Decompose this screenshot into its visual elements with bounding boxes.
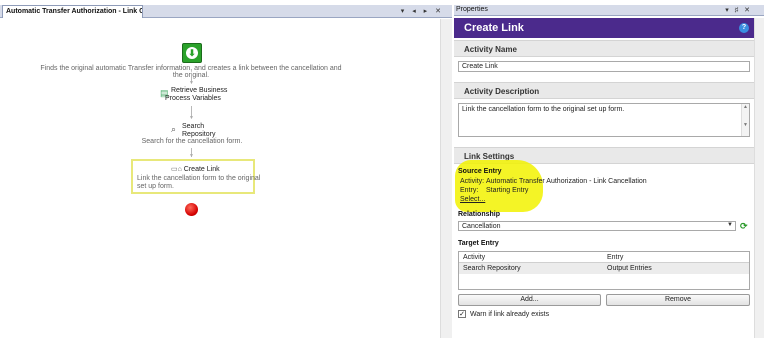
table-row[interactable]: Search Repository Output Entries xyxy=(459,263,749,274)
activity-description-section[interactable]: Activity Description xyxy=(454,82,754,99)
source-activity-key: Activity: xyxy=(460,178,485,185)
end-node-icon[interactable] xyxy=(185,203,198,216)
source-entry-label: Source Entry xyxy=(458,168,502,175)
create-link-icon: ▭⌂ xyxy=(171,166,184,173)
designer-vertical-scrollbar[interactable] xyxy=(440,19,452,338)
retrieve-variables-label-1[interactable]: Retrieve Business xyxy=(171,87,227,95)
properties-title: Properties xyxy=(456,6,488,13)
description-scrollbar[interactable]: ▲ ▼ xyxy=(741,104,749,136)
add-button[interactable]: Add... xyxy=(458,294,601,306)
tab-controls[interactable]: ▾ ◂ ▸ ✕ xyxy=(401,7,444,15)
row-entry-cell: Output Entries xyxy=(607,265,652,272)
start-node-icon[interactable]: ⬇ xyxy=(182,43,202,63)
relationship-label: Relationship xyxy=(458,211,501,218)
create-link-activity[interactable]: ▭⌂ Create Link Link the cancellation for… xyxy=(131,159,260,194)
search-repository-description: Search for the cancellation form. xyxy=(141,138,243,145)
activity-description-field[interactable]: Link the cancellation form to the origin… xyxy=(458,103,750,137)
properties-panel-controls[interactable]: ▾ ♯ ✕ xyxy=(725,6,752,14)
start-arrow-icon: ⬇ xyxy=(186,47,198,59)
source-entry-value: Starting Entry xyxy=(486,187,529,194)
help-icon[interactable]: ? xyxy=(739,23,749,33)
select-source-link[interactable]: Select... xyxy=(460,196,485,203)
source-activity-value: Automatic Transfer Authorization - Link … xyxy=(486,178,647,185)
activity-description-text: Link the cancellation form to the origin… xyxy=(462,106,625,113)
create-link-description-1: Link the cancellation form to the origin… xyxy=(137,175,261,182)
activity-title: Create Link xyxy=(464,22,524,34)
column-header-activity[interactable]: Activity xyxy=(463,254,485,261)
create-link-label-wrap: ▭⌂ Create Link xyxy=(171,166,220,174)
workflow-designer-pane: Automatic Transfer Authorization - Link … xyxy=(0,0,452,338)
warn-checkbox-label[interactable]: Warn if link already exists xyxy=(470,311,549,318)
properties-title-bar: Properties ▾ ♯ ✕ xyxy=(454,5,764,16)
activity-name-section[interactable]: Activity Name xyxy=(454,40,754,57)
warn-checkbox[interactable]: ✓ xyxy=(458,310,466,318)
create-link-label: Create Link xyxy=(183,166,220,173)
source-entry-key: Entry: xyxy=(460,187,479,194)
relationship-dropdown[interactable]: Cancellation ▼ xyxy=(458,221,736,231)
search-icon[interactable]: ⌕ xyxy=(171,124,181,134)
refresh-icon[interactable]: ⟳ xyxy=(740,221,748,231)
document-tab[interactable]: Automatic Transfer Authorization - Link … xyxy=(2,5,143,18)
search-repository-label-1[interactable]: Search xyxy=(182,123,204,131)
chevron-down-icon: ▼ xyxy=(727,222,733,228)
activity-description-heading: Activity Description xyxy=(464,87,540,96)
retrieve-variables-label-2[interactable]: Process Variables xyxy=(165,95,221,103)
relationship-value: Cancellation xyxy=(462,223,501,230)
row-activity-cell: Search Repository xyxy=(463,265,521,272)
target-entry-label: Target Entry xyxy=(458,240,499,247)
activity-name-heading: Activity Name xyxy=(464,45,517,54)
document-tab-bar: Automatic Transfer Authorization - Link … xyxy=(0,5,452,18)
target-entry-grid[interactable]: Activity Entry Search Repository Output … xyxy=(458,251,750,290)
grid-header-row: Activity Entry xyxy=(459,252,749,263)
activity-name-field[interactable]: Create Link xyxy=(458,61,750,72)
remove-button[interactable]: Remove xyxy=(606,294,750,306)
properties-header: Create Link ? xyxy=(454,18,754,38)
create-link-description-2: set up form. xyxy=(137,183,174,190)
connector-arrow-icon: ▼ xyxy=(189,115,194,121)
connector-arrow-icon: ▼ xyxy=(189,80,194,86)
column-header-entry[interactable]: Entry xyxy=(607,254,623,261)
properties-scrollbar[interactable] xyxy=(754,18,764,338)
